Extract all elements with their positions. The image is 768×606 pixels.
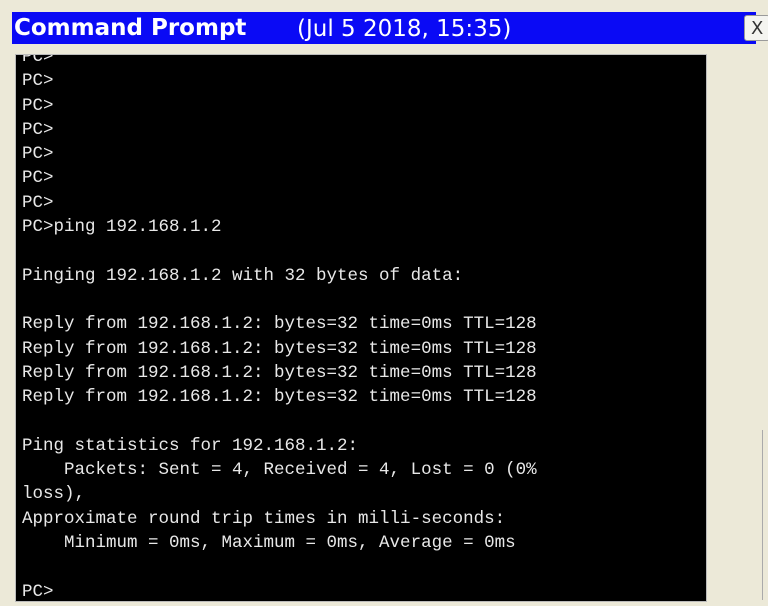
terminal-line: PC> bbox=[22, 119, 54, 140]
close-icon: X bbox=[751, 18, 764, 39]
close-button[interactable]: X bbox=[744, 15, 768, 41]
terminal-line: Ping statistics for 192.168.1.2: bbox=[22, 435, 359, 456]
terminal-lines: PC> PC> PC> PC> PC> PC> PC> PC>ping 192.168.1.2… bbox=[22, 54, 537, 602]
window-title: Command Prompt bbox=[14, 15, 247, 41]
terminal-line: PC> bbox=[22, 71, 54, 92]
terminal-output[interactable]: PC> PC> PC> PC> PC> PC> PC> PC>ping 192.168.1.2… bbox=[15, 54, 707, 602]
terminal-line: Packets: Sent = 4, Received = 4, Lost = … bbox=[22, 460, 537, 481]
timestamp: (Jul 5 2018, 15:35) bbox=[297, 16, 512, 42]
scrollbar[interactable] bbox=[762, 430, 767, 600]
terminal-line: Reply from 192.168.1.2: bytes=32 time=0m… bbox=[22, 362, 537, 383]
terminal-line: PC> bbox=[22, 144, 54, 165]
terminal-line: Reply from 192.168.1.2: bytes=32 time=0m… bbox=[22, 338, 537, 359]
terminal-line: PC> bbox=[22, 95, 54, 116]
terminal-line: PC> bbox=[22, 54, 54, 67]
terminal-line: PC>ping 192.168.1.2 bbox=[22, 217, 222, 238]
terminal-line: Pinging 192.168.1.2 with 32 bytes of dat… bbox=[22, 265, 464, 286]
terminal-line: PC> bbox=[22, 581, 54, 602]
terminal-line: PC> bbox=[22, 192, 54, 213]
terminal-line: Approximate round trip times in milli-se… bbox=[22, 508, 506, 529]
terminal-line: Reply from 192.168.1.2: bytes=32 time=0m… bbox=[22, 387, 537, 408]
terminal-line: Minimum = 0ms, Maximum = 0ms, Average = … bbox=[22, 532, 516, 553]
title-bar: Command Prompt (Jul 5 2018, 15:35) X bbox=[12, 12, 768, 44]
terminal-line: loss), bbox=[22, 484, 86, 505]
terminal-line: Reply from 192.168.1.2: bytes=32 time=0m… bbox=[22, 314, 537, 335]
terminal-line: PC> bbox=[22, 168, 54, 189]
